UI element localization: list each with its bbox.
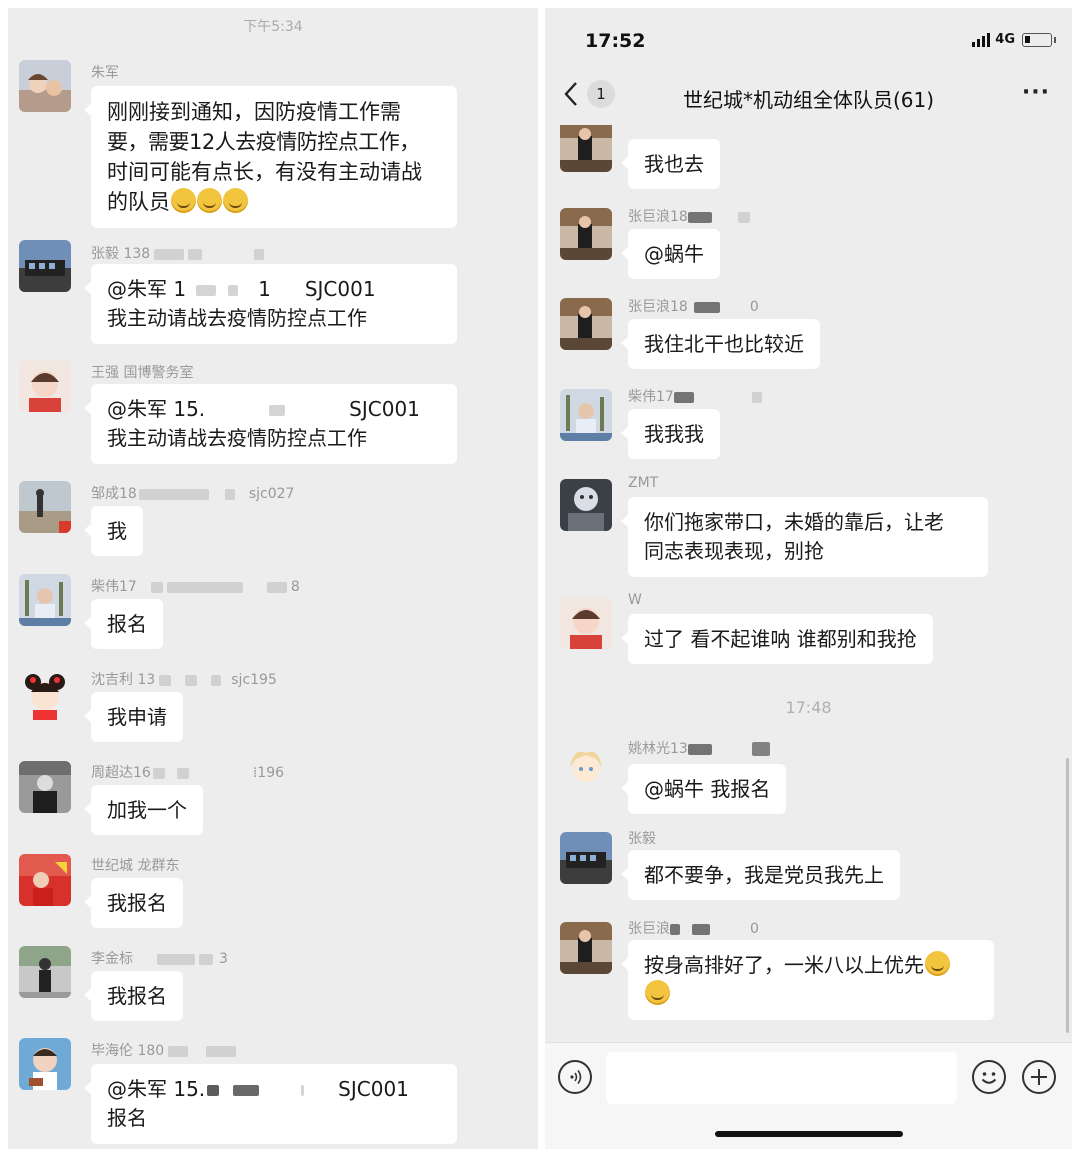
emoji-icon — [223, 188, 248, 213]
message-bubble[interactable]: 你们拖家带口，未婚的靠后，让老 同志表现表现，别抢 — [621, 497, 988, 577]
sender-name: 张巨浪18 0 — [628, 299, 759, 315]
message-line: @朱军 1 1 SJC001 — [107, 277, 376, 301]
message-line: 同志表现表现，别抢 — [644, 539, 824, 563]
message-bubble[interactable]: 我也去 — [621, 139, 720, 189]
sender-name: 张毅 — [628, 831, 656, 847]
avatar[interactable] — [19, 574, 71, 626]
avatar[interactable] — [19, 360, 71, 412]
avatar[interactable] — [19, 761, 71, 813]
avatar[interactable] — [560, 389, 612, 441]
avatar[interactable] — [19, 60, 71, 112]
chat-title: 世纪城*机动组全体队员(61) — [682, 88, 935, 112]
avatar[interactable] — [560, 479, 612, 531]
avatar[interactable] — [560, 922, 612, 974]
sender-name: 朱军 — [91, 65, 119, 81]
avatar[interactable] — [560, 832, 612, 884]
sender-name: 柴伟17 8 — [91, 579, 300, 595]
avatar[interactable] — [560, 298, 612, 350]
message-line: 报名 — [107, 1106, 147, 1130]
home-indicator — [715, 1131, 903, 1137]
avatar[interactable] — [560, 208, 612, 260]
scrollbar[interactable] — [1066, 758, 1069, 1033]
more-button[interactable]: ··· — [1022, 80, 1050, 105]
message-input[interactable] — [606, 1052, 957, 1104]
message-bubble[interactable]: @朱军 1 1 SJC001 我主动请战去疫情防控点工作 — [84, 264, 457, 344]
sender-name: 张巨浪 0 — [628, 921, 759, 937]
status-bar-right: 4G — [972, 32, 1056, 47]
message-bubble[interactable]: @蜗牛 — [621, 229, 720, 279]
avatar[interactable] — [560, 741, 612, 793]
time-divider: 17:48 — [785, 698, 832, 717]
sender-name: 沈吉利 13 sjc195 — [91, 672, 277, 688]
message-line: 刚刚接到通知，因防疫情工作需 — [107, 100, 401, 124]
avatar[interactable] — [19, 668, 71, 720]
message-bubble[interactable]: 我我我 — [621, 409, 720, 459]
message-bubble[interactable]: 我报名 — [84, 878, 183, 928]
message-bubble[interactable]: 刚刚接到通知，因防疫情工作需 要，需要12人去疫情防控点工作， 时间可能有点长，… — [84, 86, 457, 228]
message-line: 你们拖家带口，未婚的靠后，让老 — [644, 510, 944, 534]
network-label: 4G — [995, 32, 1015, 47]
message-bubble[interactable]: @蜗牛 我报名 — [620, 764, 787, 814]
sender-name: 李金标 3 — [91, 951, 228, 967]
sender-name: 柴伟17 — [628, 386, 764, 406]
message-line: 我主动请战去疫情防控点工作 — [107, 306, 367, 330]
message-line: @朱军 15. SJC001 — [107, 397, 420, 421]
signal-icon — [972, 33, 991, 47]
avatar[interactable] — [19, 240, 71, 292]
grin-emoji-icon — [645, 980, 670, 1005]
sender-name: 张巨浪18 — [628, 206, 752, 226]
avatar[interactable] — [19, 854, 71, 906]
sender-name: 张毅 138 — [91, 243, 266, 263]
input-bar — [545, 1042, 1072, 1149]
avatar[interactable] — [19, 1038, 71, 1090]
right-chat-screenshot: 17:52 4G 1 世纪城*机动组全体队员(61) ··· 我也去 张巨浪18… — [545, 8, 1072, 1149]
sender-name: W — [628, 592, 642, 608]
avatar[interactable] — [560, 120, 612, 172]
message-bubble[interactable]: 加我一个 — [84, 785, 203, 835]
message-line: 要，需要12人去疫情防控点工作， — [107, 130, 420, 154]
sender-name: ZMT — [628, 475, 659, 491]
status-time: 17:52 — [585, 30, 646, 52]
left-chat-screenshot: 下午5:34 朱军 刚刚接到通知，因防疫情工作需 要，需要12人去疫情防控点工作… — [8, 8, 538, 1149]
message-line: 按身高排好了，一米八以上优先 — [644, 951, 978, 980]
message-bubble[interactable]: @朱军 15. SJC001 报名 — [84, 1064, 457, 1144]
battery-icon — [1022, 33, 1056, 47]
message-bubble[interactable]: 我 — [84, 506, 143, 556]
message-bubble[interactable]: 报名 — [84, 599, 163, 649]
sender-name: 王强 国博警务室 — [91, 365, 194, 381]
avatar[interactable] — [560, 597, 612, 649]
message-bubble[interactable]: @朱军 15. SJC001 我主动请战去疫情防控点工作 — [84, 384, 457, 464]
smiley-icon — [981, 1072, 997, 1084]
message-bubble[interactable]: 按身高排好了，一米八以上优先 — [621, 940, 994, 1020]
message-bubble[interactable]: 我住北干也比较近 — [621, 319, 820, 369]
voice-icon — [570, 1070, 582, 1084]
message-line: 我主动请战去疫情防控点工作 — [107, 426, 367, 450]
message-line — [644, 980, 978, 1009]
add-button[interactable] — [1022, 1060, 1056, 1094]
sender-name: 姚林光13 — [628, 738, 772, 758]
avatar[interactable] — [19, 481, 71, 533]
sender-name: 周超达16 ⁞196 — [91, 765, 285, 781]
message-bubble[interactable]: 过了 看不起谁呐 谁都别和我抢 — [621, 614, 933, 664]
sender-name: 毕海伦 180 — [91, 1040, 238, 1060]
voice-button[interactable] — [558, 1060, 592, 1094]
emoji-icon — [171, 188, 196, 213]
avatar[interactable] — [19, 946, 71, 998]
message-bubble[interactable]: 都不要争，我是党员我先上 — [621, 850, 900, 900]
sender-name: 邹成18 sjc027 — [91, 486, 295, 502]
sender-name: 世纪城 龙群东 — [91, 858, 180, 874]
chat-header: 17:52 4G 1 世纪城*机动组全体队员(61) ··· — [545, 8, 1072, 125]
emoji-icon — [197, 188, 222, 213]
plus-icon — [1031, 1069, 1047, 1085]
message-line: @朱军 15. SJC001 — [107, 1077, 409, 1101]
message-bubble[interactable]: 我报名 — [84, 971, 183, 1021]
grin-emoji-icon — [925, 951, 950, 976]
emoji-button[interactable] — [972, 1060, 1006, 1094]
message-bubble[interactable]: 我申请 — [84, 692, 183, 742]
message-line: 时间可能有点长，有没有主动请战 — [107, 160, 422, 184]
chat-timestamp: 下午5:34 — [243, 19, 303, 35]
message-line-last: 的队员 — [107, 187, 441, 217]
